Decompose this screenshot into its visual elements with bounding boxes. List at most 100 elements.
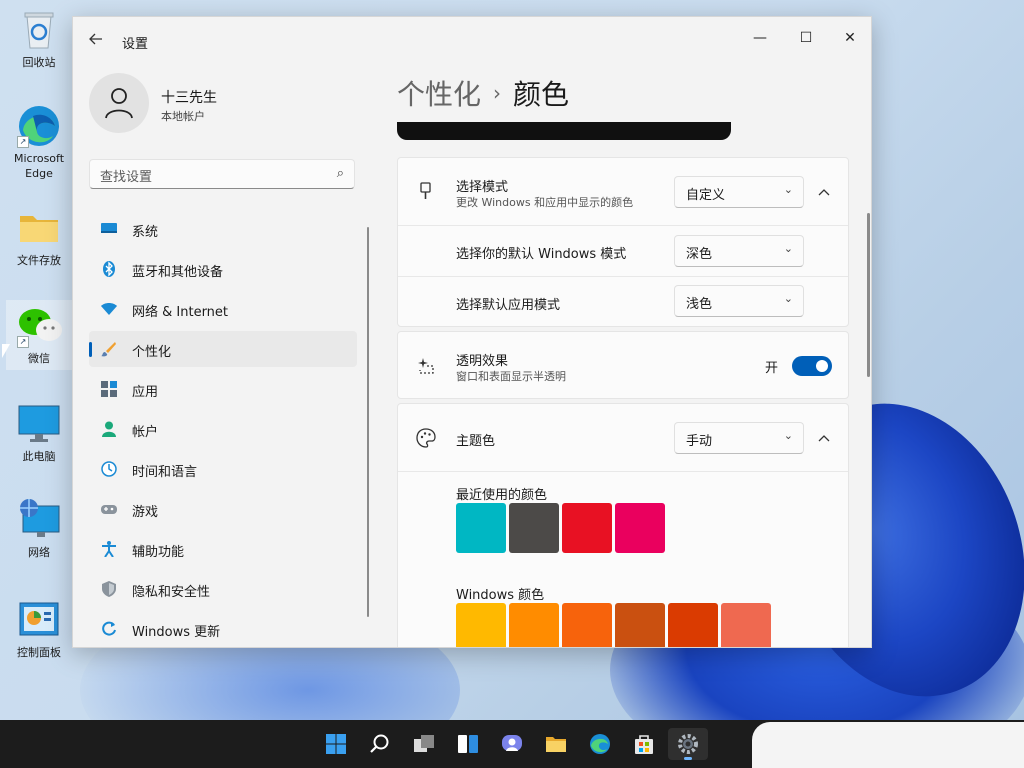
desktop-icon-label: 回收站 — [22, 56, 56, 69]
sidebar-item-accounts[interactable]: 帐户 — [89, 411, 357, 447]
app-mode-select[interactable]: 浅色 ⌄ — [674, 285, 804, 317]
search-icon — [370, 734, 389, 753]
account-type: 本地帐户 — [161, 110, 205, 123]
file-explorer-icon — [546, 737, 566, 752]
desktop-icon-wechat[interactable]: ↗ 微信 — [6, 300, 72, 370]
transparency-card: 透明效果 窗口和表面显示半透明 开 — [397, 331, 849, 399]
taskbar-start[interactable] — [316, 728, 356, 760]
color-swatch[interactable] — [456, 603, 506, 647]
settings-window: 设置 — ☐ ✕ 十三先生 本地帐户 查找设置 ⌕ 系统 蓝牙和其他设备 网络 … — [72, 16, 872, 648]
minimize-button[interactable]: — — [737, 23, 783, 53]
sidebar-item-privacy[interactable]: 隐私和安全性 — [89, 571, 357, 607]
sidebar-item-accessibility[interactable]: 辅助功能 — [89, 531, 357, 567]
settings-icon — [678, 734, 698, 754]
breadcrumb-separator: › — [493, 81, 502, 105]
color-swatch[interactable] — [562, 603, 612, 647]
wechat-icon: ↗ — [17, 304, 62, 348]
search-input[interactable]: 查找设置 ⌕ — [89, 159, 355, 189]
mouse-cursor-icon — [2, 344, 10, 358]
choose-mode-title: 选择模式 — [456, 180, 509, 195]
accent-color-title: 主题色 — [456, 434, 496, 449]
chevron-up-icon — [818, 189, 830, 196]
taskbar-settings[interactable] — [668, 728, 708, 760]
chevron-up-icon — [818, 435, 830, 442]
title-bar[interactable]: 设置 — ☐ ✕ — [73, 17, 871, 65]
sidebar-item-label: 系统 — [132, 225, 159, 240]
windows-mode-row: 选择你的默认 Windows 模式 深色 ⌄ — [398, 226, 848, 277]
content-scrollbar[interactable] — [867, 213, 870, 377]
accent-color-select[interactable]: 手动 ⌄ — [674, 422, 804, 454]
color-swatch[interactable] — [615, 503, 665, 553]
avatar — [89, 73, 149, 133]
desktop-icon-folder[interactable]: 文件存放 — [6, 206, 72, 268]
task-view-icon — [414, 735, 434, 752]
sidebar-item-label: 帐户 — [132, 425, 159, 440]
sidebar-item-label: 游戏 — [132, 505, 159, 520]
choose-mode-card: 选择模式 更改 Windows 和应用中显示的颜色 自定义 ⌄ 选择你的默认 W… — [397, 157, 849, 327]
desktop-icon-control-panel[interactable]: 控制面板 — [6, 598, 72, 660]
app-mode-row: 选择默认应用模式 浅色 ⌄ — [398, 277, 848, 326]
sidebar-item-personalization[interactable]: 个性化 — [89, 331, 357, 367]
chevron-down-icon: ⌄ — [783, 242, 793, 255]
sidebar-item-label: 蓝牙和其他设备 — [132, 265, 224, 280]
user-name: 十三先生 — [161, 90, 217, 106]
window-title: 设置 — [122, 37, 149, 52]
windows-mode-select[interactable]: 深色 ⌄ — [674, 235, 804, 267]
color-swatch[interactable] — [562, 503, 612, 553]
sidebar-item-label: 时间和语言 — [132, 465, 198, 480]
settings-content: 选择模式 更改 Windows 和应用中显示的颜色 自定义 ⌄ 选择你的默认 W… — [397, 157, 849, 647]
sidebar-scrollbar[interactable] — [367, 227, 369, 617]
desktop-icon-network[interactable]: 网络 — [6, 498, 72, 560]
color-swatch[interactable] — [668, 603, 718, 647]
desktop-icon-this-pc[interactable]: 此电脑 — [6, 402, 72, 464]
taskbar-task-view[interactable] — [404, 728, 444, 760]
color-swatch[interactable] — [615, 603, 665, 647]
recent-colors-label: 最近使用的颜色 — [456, 488, 548, 503]
desktop-icon-edge[interactable]: ↗ Microsoft Edge — [6, 104, 72, 181]
edge-icon — [590, 734, 610, 754]
sparkle-icon — [418, 358, 434, 374]
start-icon — [326, 734, 346, 754]
taskbar-store[interactable] — [624, 728, 664, 760]
color-swatch[interactable] — [456, 503, 506, 553]
collapse-button[interactable] — [812, 180, 836, 204]
sidebar-item-bluetooth[interactable]: 蓝牙和其他设备 — [89, 251, 357, 287]
desktop-icon-recycle-bin[interactable]: 回收站 — [6, 8, 72, 70]
breadcrumb-parent[interactable]: 个性化 — [397, 78, 481, 111]
taskbar-chat[interactable] — [492, 728, 532, 760]
back-button[interactable] — [85, 31, 107, 51]
sidebar-item-time-language[interactable]: 时间和语言 — [89, 451, 357, 487]
color-swatch[interactable] — [509, 503, 559, 553]
close-button[interactable]: ✕ — [827, 23, 871, 53]
color-swatch[interactable] — [721, 603, 771, 647]
sidebar-item-windows-update[interactable]: Windows 更新 — [89, 611, 357, 647]
sidebar-item-gaming[interactable]: 游戏 — [89, 491, 357, 527]
desktop-icon-label: 网络 — [28, 546, 50, 559]
sidebar-item-system[interactable]: 系统 — [89, 211, 357, 247]
transparency-toggle[interactable] — [792, 356, 832, 376]
user-profile[interactable]: 十三先生 本地帐户 — [89, 73, 369, 137]
chevron-down-icon: ⌄ — [783, 292, 793, 305]
recycle-bin-icon — [17, 8, 61, 52]
taskbar-edge[interactable] — [580, 728, 620, 760]
choose-mode-row[interactable]: 选择模式 更改 Windows 和应用中显示的颜色 自定义 ⌄ — [398, 158, 848, 226]
brush-icon — [101, 342, 116, 357]
wifi-icon — [101, 303, 117, 315]
apps-icon — [101, 381, 117, 397]
accent-color-row[interactable]: 主题色 手动 ⌄ — [398, 404, 848, 472]
taskbar-widgets[interactable] — [448, 728, 488, 760]
sidebar-item-apps[interactable]: 应用 — [89, 371, 357, 407]
collapse-button[interactable] — [812, 426, 836, 450]
taskbar-file-explorer[interactable] — [536, 728, 576, 760]
system-tray[interactable] — [752, 722, 1024, 768]
color-swatch[interactable] — [509, 603, 559, 647]
mode-select[interactable]: 自定义 ⌄ — [674, 176, 804, 208]
theme-preview — [397, 122, 731, 140]
taskbar-search[interactable] — [360, 728, 400, 760]
network-icon — [17, 498, 61, 542]
palette-icon — [416, 428, 436, 448]
sidebar-item-network[interactable]: 网络 & Internet — [89, 291, 357, 327]
accent-color-card: 主题色 手动 ⌄ 最近使用的颜色 Windows 颜色 — [397, 403, 849, 647]
mode-select-value: 自定义 — [686, 188, 726, 203]
maximize-button[interactable]: ☐ — [783, 23, 829, 53]
